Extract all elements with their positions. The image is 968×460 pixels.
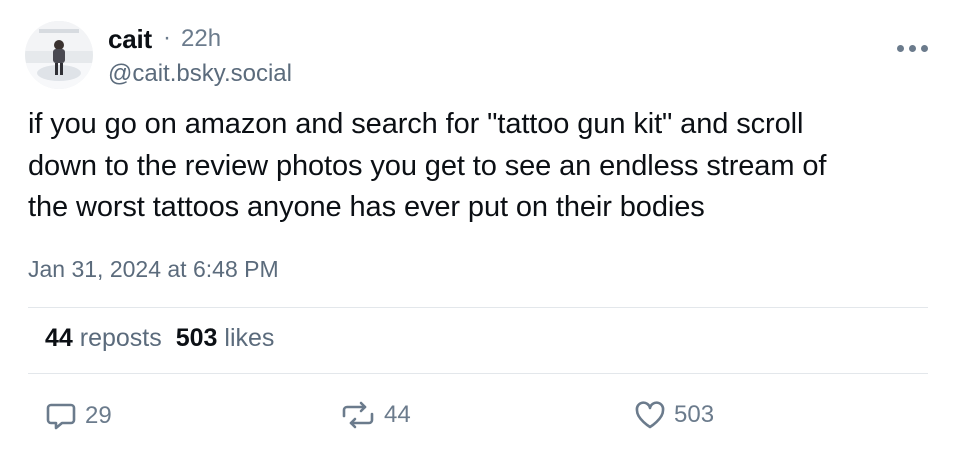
post-text: if you go on amazon and search for "tatt…: [28, 104, 938, 229]
post-timestamp: Jan 31, 2024 at 6:48 PM: [28, 256, 279, 282]
ellipsis-icon: [921, 44, 928, 52]
author-handle[interactable]: @cait.bsky.social: [108, 60, 292, 88]
reposts-label: reposts: [79, 324, 162, 352]
speech-bubble-icon: [46, 403, 76, 430]
ellipsis-icon: [897, 44, 904, 52]
like-count: 503: [674, 401, 715, 428]
reposts-count: 44: [45, 324, 73, 352]
post-text-line: the worst tattoos anyone has ever put on…: [28, 191, 705, 223]
repost-arrows-icon: [342, 401, 374, 429]
reply-button[interactable]: 29: [45, 400, 112, 432]
more-options-button[interactable]: [897, 42, 929, 54]
divider: [28, 373, 928, 374]
avatar[interactable]: [25, 21, 93, 89]
post-text-line: if you go on amazon and search for "tatt…: [28, 108, 804, 140]
likes-count: 503: [175, 324, 218, 352]
post-text-line: down to the review photos you get to see…: [28, 149, 827, 182]
avatar-photo-icon: [25, 21, 93, 89]
repost-count: 44: [384, 401, 411, 428]
reposts-stat[interactable]: 44 reposts: [45, 324, 162, 352]
repost-button[interactable]: 44: [340, 400, 411, 430]
author-display-name[interactable]: cait: [108, 24, 152, 55]
heart-icon: [635, 401, 665, 429]
engagement-stats: 44 reposts 503 likes: [45, 324, 274, 353]
post-card: cait · 22h @cait.bsky.social if you go o…: [0, 0, 968, 460]
likes-label: likes: [224, 324, 275, 352]
like-button[interactable]: 503: [634, 400, 714, 430]
name-separator: ·: [163, 24, 171, 51]
likes-stat[interactable]: 503 likes: [176, 324, 275, 352]
post-relative-time[interactable]: 22h: [181, 25, 221, 53]
reply-count: 29: [85, 402, 112, 429]
ellipsis-icon: [909, 44, 916, 52]
divider: [28, 307, 928, 308]
